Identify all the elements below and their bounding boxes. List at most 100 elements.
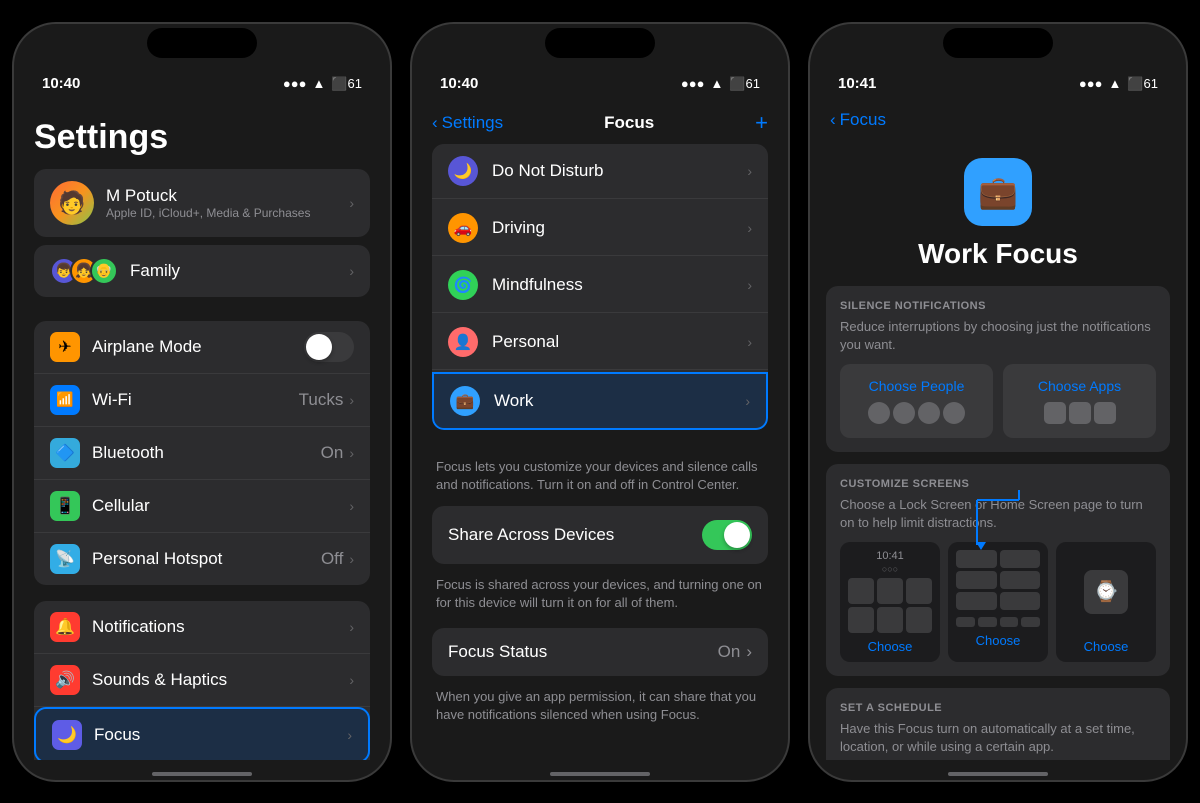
row-sounds[interactable]: 🔊 Sounds & Haptics › [34,654,370,707]
focus-chevron: › [347,727,352,743]
choose-lock-label: Choose [868,639,913,654]
focus-settings-icon: 🌙 [52,720,82,750]
work-label: Work [494,391,745,411]
work-icon: 💼 [964,158,1032,226]
row-hotspot[interactable]: 📡 Personal Hotspot Off › [34,533,370,585]
battery-icon-3: ⬛61 [1127,76,1158,92]
back-button-focus[interactable]: ‹ Focus [830,110,886,130]
sounds-icon: 🔊 [50,665,80,695]
watch-icon: ⌚ [1084,570,1128,614]
focus-item-dnd[interactable]: 🌙 Do Not Disturb › [432,144,768,199]
person-avatar-2 [893,402,915,424]
ls-icon-1 [848,578,874,604]
person-avatar-4 [943,402,965,424]
home-screen-preview[interactable]: Choose [948,542,1048,662]
wifi-icon-2: ▲ [710,76,723,91]
focus-item-work[interactable]: 💼 Work › [432,372,768,430]
ls-icon-5 [877,607,903,633]
watch-preview[interactable]: ⌚ Choose [1056,542,1156,662]
mindfulness-chevron: › [747,277,752,293]
back-button-settings[interactable]: ‹ Settings [432,113,503,133]
focus-item-personal[interactable]: 👤 Personal › [432,315,768,370]
focus-item-driving[interactable]: 🚗 Driving › [432,201,768,256]
lock-screen-date: ○○○ [882,564,898,574]
row-wifi[interactable]: 📶 Wi-Fi Tucks › [34,374,370,427]
work-header: 💼 Work Focus [810,138,1186,286]
home-indicator-3 [810,760,1186,780]
lock-screen-icons [848,578,932,633]
focus-scroll: 🌙 Do Not Disturb › 🚗 Driving › 🌀 Mindful… [412,144,788,760]
choose-home-label: Choose [976,633,1021,648]
nav-bar-2: ‹ Settings Focus + [412,102,788,144]
person-avatar-3 [918,402,940,424]
airplane-toggle[interactable] [304,332,354,362]
blue-arrow-svg [956,490,1040,550]
focus-item-mindfulness[interactable]: 🌀 Mindfulness › [432,258,768,313]
hs-bar-1 [956,550,997,568]
schedule-desc: Have this Focus turn on automatically at… [840,720,1156,756]
hs-bar-6 [1000,592,1041,610]
notifications-chevron: › [349,619,354,635]
lock-screen-preview[interactable]: 10:41 ○○○ Choose [840,542,940,662]
work-chevron: › [745,393,750,409]
focus-status-row[interactable]: Focus Status On › [432,628,768,676]
share-toggle[interactable] [702,520,752,550]
dynamic-island-3 [943,28,1053,58]
nav-title-focus: Focus [604,113,654,133]
add-focus-button[interactable]: + [755,110,768,136]
account-row[interactable]: 🧑 M Potuck Apple ID, iCloud+, Media & Pu… [34,169,370,237]
ls-icon-2 [877,578,903,604]
wifi-icon: ▲ [312,76,325,91]
row-focus[interactable]: 🌙 Focus › [34,707,370,760]
bluetooth-label: Bluetooth [92,443,321,463]
choose-apps-button[interactable]: Choose Apps [1003,364,1156,438]
silence-label: SILENCE NOTIFICATIONS [840,300,1156,312]
app-icon-1 [1044,402,1066,424]
account-text: M Potuck Apple ID, iCloud+, Media & Purc… [106,186,310,220]
account-subtitle: Apple ID, iCloud+, Media & Purchases [106,206,310,220]
battery-icon-2: ⬛61 [729,76,760,92]
schedule-section: SET A SCHEDULE Have this Focus turn on a… [826,688,1170,759]
app-icon-3 [1094,402,1116,424]
ls-icon-3 [906,578,932,604]
phone-focus-list: 10:40 ●●● ▲ ⬛61 ‹ Settings Focus + 🌙 Do … [410,22,790,782]
person-avatar-1 [868,402,890,424]
choose-people-button[interactable]: Choose People [840,364,993,438]
share-across-devices-row[interactable]: Share Across Devices [432,506,768,564]
dynamic-island-2 [545,28,655,58]
cellular-chevron: › [349,498,354,514]
row-cellular[interactable]: 📱 Cellular › [34,480,370,533]
focus-label: Focus [94,725,347,745]
hs-bar-3 [956,571,997,589]
back-chevron-3: ‹ [830,110,836,130]
family-row[interactable]: 👦 👧 👴 Family › [34,245,370,297]
notifications-label: Notifications [92,617,349,637]
driving-label: Driving [492,218,747,238]
battery-icon: ⬛61 [331,76,362,92]
wifi-label: Wi-Fi [92,390,299,410]
share-description: Focus is shared across your devices, and… [432,572,768,616]
phone-work-focus: 10:41 ●●● ▲ ⬛61 ‹ Focus 💼 Work Focus SIL… [808,22,1188,782]
row-notifications[interactable]: 🔔 Notifications › [34,601,370,654]
row-bluetooth[interactable]: 🔷 Bluetooth On › [34,427,370,480]
personal-chevron: › [747,334,752,350]
row-airplane[interactable]: ✈ Airplane Mode [34,321,370,374]
focus-status-label: Focus Status [448,642,547,662]
settings-group-network: ✈ Airplane Mode 📶 Wi-Fi Tucks › 🔷 Blueto… [34,321,370,585]
hotspot-label: Personal Hotspot [92,549,321,569]
family-label: Family [130,261,180,281]
family-avatars: 👦 👧 👴 [50,257,110,285]
app-icons [1011,402,1148,424]
personal-label: Personal [492,332,747,352]
driving-chevron: › [747,220,752,236]
hs-dock-1 [956,617,975,627]
hs-grid-top [956,550,1040,610]
time-3: 10:41 [838,75,876,92]
time-2: 10:40 [440,75,478,92]
avatar: 🧑 [50,181,94,225]
nav-bar-3: ‹ Focus [810,102,1186,138]
wifi-settings-icon: 📶 [50,385,80,415]
status-icons-1: ●●● ▲ ⬛61 [283,76,362,92]
hs-dock-4 [1021,617,1040,627]
account-info: 🧑 M Potuck Apple ID, iCloud+, Media & Pu… [50,181,310,225]
